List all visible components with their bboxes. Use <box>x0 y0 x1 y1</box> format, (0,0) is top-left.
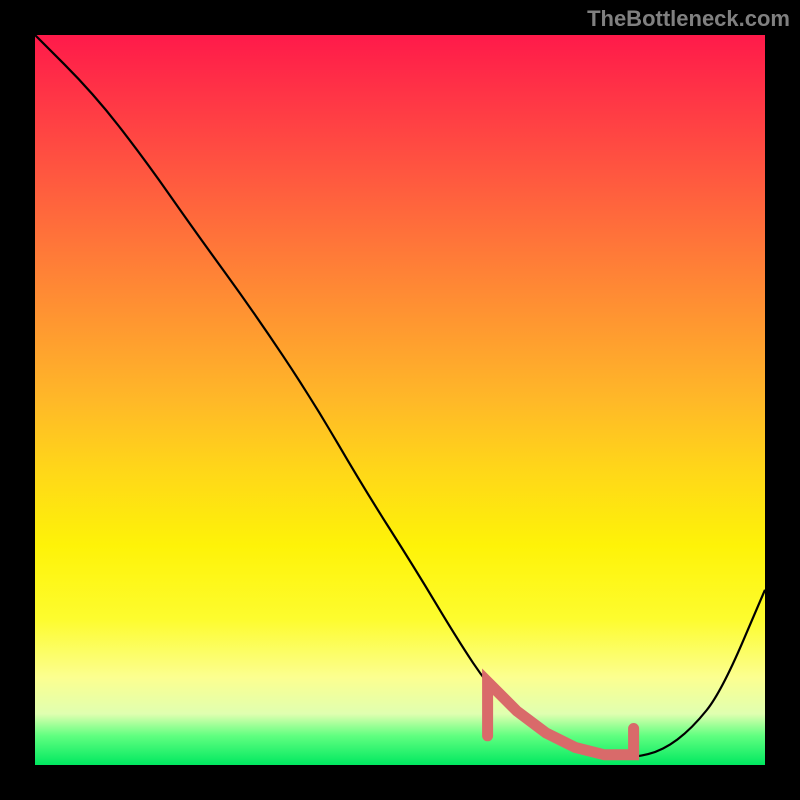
watermark-text: TheBottleneck.com <box>587 6 790 32</box>
valley-marker <box>488 682 634 755</box>
curve-svg <box>35 35 765 765</box>
chart-container: TheBottleneck.com <box>0 0 800 800</box>
plot-area <box>35 35 765 765</box>
bottleneck-curve-line <box>35 35 765 758</box>
